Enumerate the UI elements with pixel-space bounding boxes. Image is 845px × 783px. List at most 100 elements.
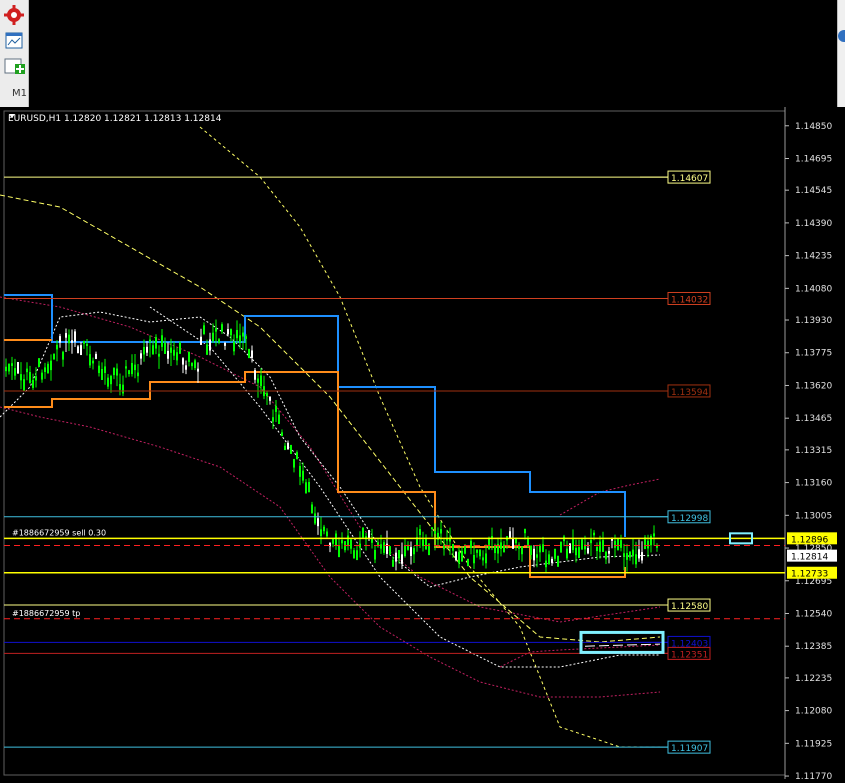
candle-body <box>404 545 406 557</box>
candle-body <box>530 545 532 555</box>
candle-body <box>356 550 358 561</box>
candle-body <box>410 547 412 557</box>
candle-body <box>425 538 427 550</box>
candle-body <box>41 372 43 380</box>
candle-body <box>119 384 121 390</box>
candle-body <box>521 546 523 555</box>
candle-body <box>593 532 595 536</box>
price-tick-label: 1.12235 <box>795 674 832 684</box>
candle-body <box>326 531 328 537</box>
level-1-11907-label: 1.11907 <box>671 744 708 754</box>
price-tick-label: 1.13620 <box>795 381 832 391</box>
candle-body <box>32 379 34 388</box>
candle-body <box>65 333 67 338</box>
candle-body <box>638 549 640 559</box>
candle-body <box>173 349 175 356</box>
candle-body <box>233 341 235 352</box>
candle-body <box>494 545 496 554</box>
candle-body <box>596 547 598 552</box>
candle-body <box>647 540 649 549</box>
candle-body <box>218 339 220 343</box>
price-tick-label: 1.14080 <box>795 284 832 294</box>
candle-body <box>188 351 190 362</box>
candle-body <box>86 343 88 346</box>
candle-body <box>482 557 484 561</box>
candle-body <box>158 353 160 357</box>
candle-body <box>68 334 70 344</box>
candle-body <box>548 554 550 565</box>
candle-body <box>545 560 547 568</box>
chart-window-icon[interactable] <box>3 31 25 51</box>
level-1-12351-label: 1.12351 <box>671 650 708 660</box>
candle-body <box>353 550 355 559</box>
candle-body <box>185 365 187 370</box>
candle-body <box>632 549 634 557</box>
candle-body <box>395 552 397 562</box>
new-order-icon[interactable] <box>3 56 25 76</box>
candle-body <box>215 328 217 332</box>
price-tick-label: 1.11770 <box>795 772 832 779</box>
candle-body <box>551 558 553 563</box>
candle-body <box>164 342 166 354</box>
price-tick-label: 1.13160 <box>795 479 832 489</box>
candle-body <box>350 539 352 549</box>
candle-body <box>278 414 280 425</box>
candle-body <box>308 482 310 493</box>
price-tick-label: 1.13930 <box>795 316 832 326</box>
candle-body <box>629 551 631 558</box>
price-tick-label: 1.12080 <box>795 707 832 717</box>
candle-body <box>554 548 556 559</box>
candle-body <box>209 339 211 351</box>
candle-body <box>122 384 124 394</box>
candle-body <box>20 374 22 381</box>
candle-body <box>275 405 277 412</box>
candle-body <box>500 542 502 549</box>
candle-body <box>398 549 400 559</box>
candle-body <box>131 362 133 375</box>
candle-body <box>524 528 526 534</box>
level-1-14032-label: 1.14032 <box>671 295 708 305</box>
timeframe-tab[interactable]: M1 <box>12 88 27 99</box>
chart-area[interactable]: 1.14607 1.14032 1.13594 1.12998 1.12580 1.124… <box>0 107 845 782</box>
price-tick-label: 1.14390 <box>795 219 832 229</box>
candle-body <box>470 540 472 548</box>
candle-body <box>167 350 169 359</box>
candle-body <box>488 538 490 550</box>
candle-body <box>146 346 148 353</box>
candle-body <box>536 554 538 558</box>
settings-icon[interactable] <box>3 4 25 25</box>
candle-body <box>602 540 604 552</box>
level-1-13594-label: 1.13594 <box>671 388 708 398</box>
candle-body <box>95 353 97 359</box>
candle-body <box>113 367 115 376</box>
candle-body <box>569 543 571 553</box>
candle-body <box>362 527 364 538</box>
candle-body <box>11 363 13 366</box>
candle-body <box>143 346 145 355</box>
candle-body <box>92 360 94 364</box>
candle-body <box>140 353 142 359</box>
candle-body <box>212 332 214 341</box>
scroll-handle-icon[interactable] <box>838 30 845 42</box>
price-tick-label: 1.11925 <box>795 739 832 749</box>
candle-body <box>161 335 163 347</box>
chart-header: EURUSD,H1 1.12820 1.12821 1.12813 1.1281… <box>8 114 222 124</box>
price-tick-label: 1.13775 <box>795 349 832 359</box>
candle-body <box>560 541 562 553</box>
candle-body <box>380 544 382 549</box>
candle-body <box>50 360 52 371</box>
window-toolbar-area <box>0 0 845 107</box>
candle-body <box>179 342 181 354</box>
price-tick-label: 1.12540 <box>795 609 832 619</box>
candle-body <box>581 539 583 550</box>
candle-body <box>641 552 643 561</box>
candle-body <box>485 553 487 564</box>
candle-body <box>527 537 529 548</box>
candle-body <box>38 358 40 368</box>
candle-body <box>245 336 247 339</box>
candle-body <box>284 445 286 451</box>
candle-body <box>452 543 454 551</box>
candle-body <box>98 365 100 374</box>
candle-body <box>137 372 139 377</box>
price-label-text: 1.12814 <box>791 553 828 563</box>
